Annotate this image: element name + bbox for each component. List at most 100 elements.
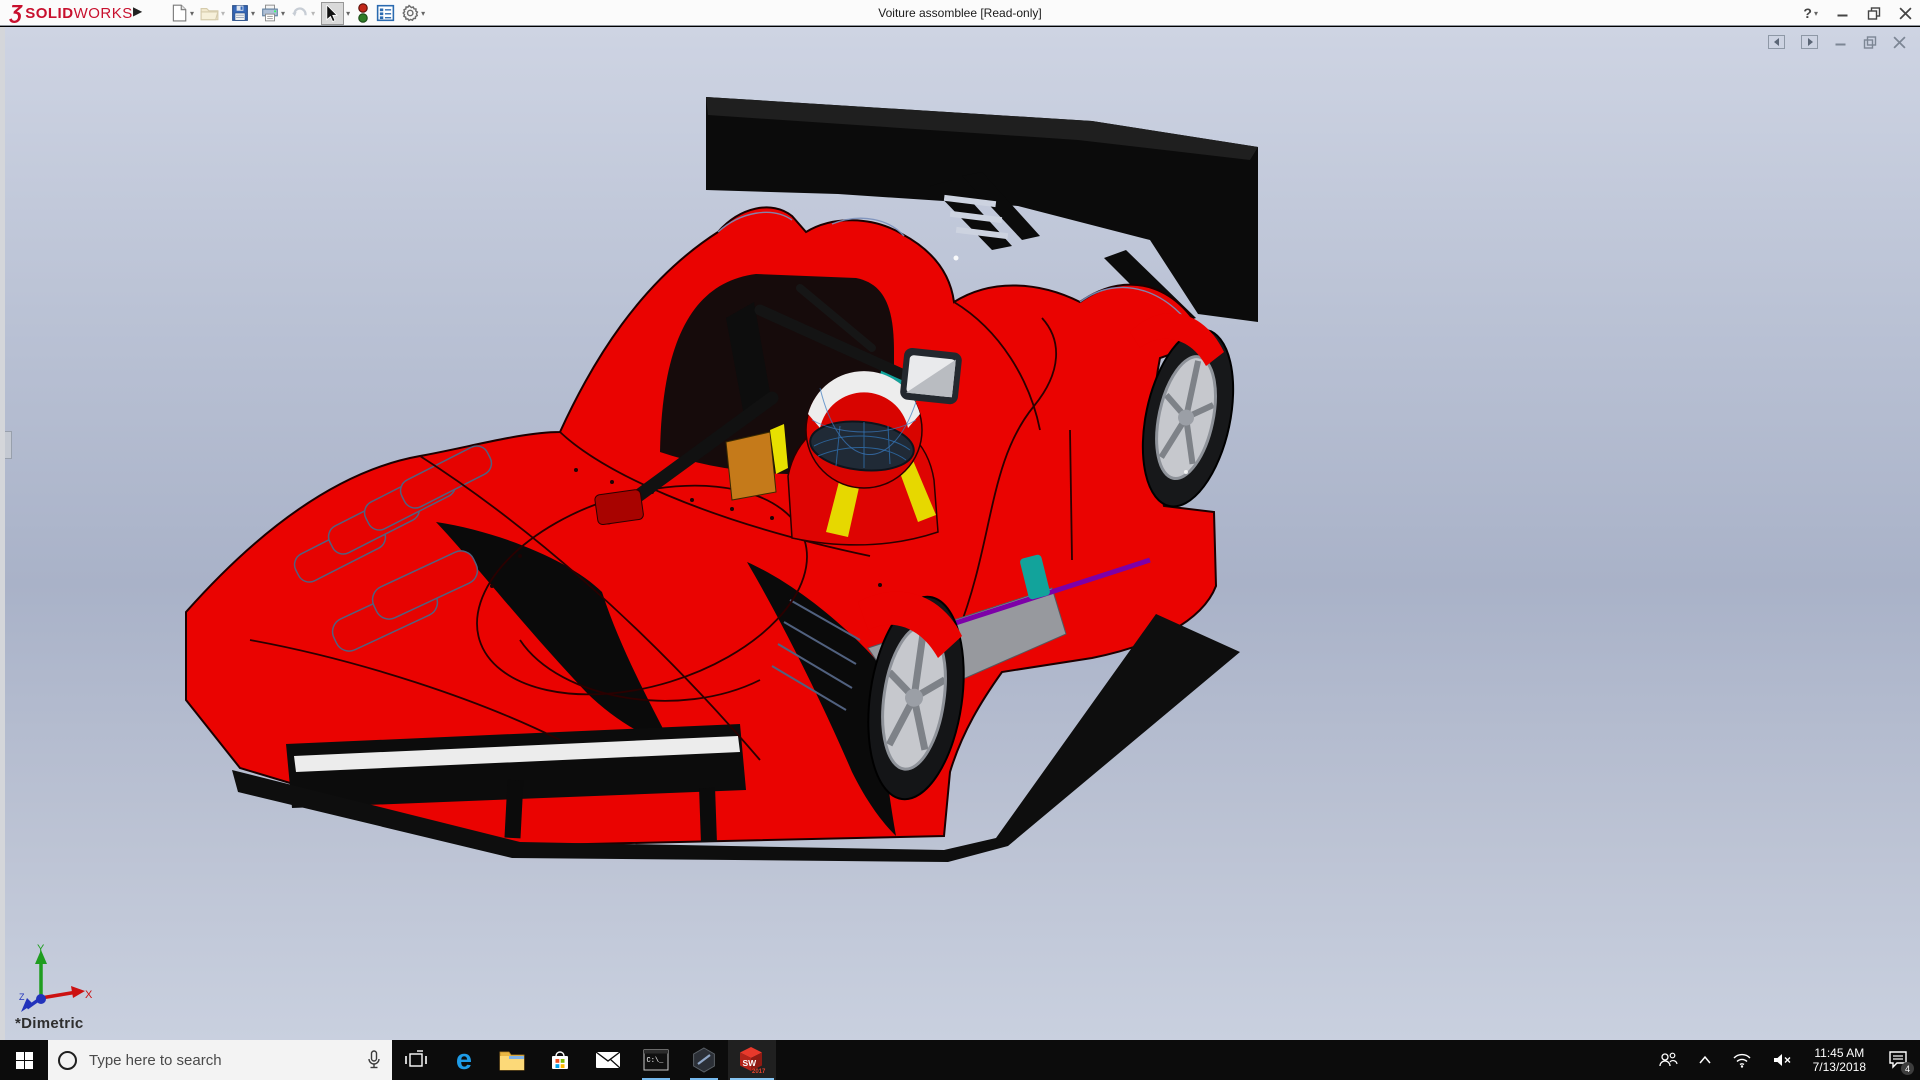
- chevron-up-icon: [1698, 1055, 1712, 1065]
- close-icon: [1899, 7, 1912, 20]
- rearview-mirror: [899, 347, 962, 405]
- people-icon: [1658, 1051, 1678, 1069]
- doc-restore-button[interactable]: [1863, 36, 1877, 49]
- graphics-viewport[interactable]: Y X Z *Dimetric: [0, 27, 1920, 1040]
- network-button[interactable]: [1725, 1040, 1759, 1080]
- prev-view-button[interactable]: [1768, 35, 1785, 49]
- taskbar-search[interactable]: [48, 1040, 392, 1080]
- undo-button[interactable]: ▾: [291, 4, 315, 22]
- task-view-button[interactable]: [392, 1040, 440, 1080]
- help-button[interactable]: ? ▾: [1803, 5, 1818, 21]
- options-button[interactable]: ▾: [401, 4, 425, 22]
- next-view-button[interactable]: [1801, 35, 1818, 49]
- cortana-icon: [58, 1051, 77, 1070]
- print-button[interactable]: ▾: [261, 4, 285, 22]
- microphone-icon[interactable]: [366, 1050, 382, 1070]
- clock-date: 7/13/2018: [1813, 1060, 1866, 1074]
- taskbar-app-solidworks[interactable]: SW 2017: [728, 1040, 776, 1080]
- doc-close-icon: [1893, 36, 1906, 49]
- mail-icon: [595, 1050, 621, 1070]
- select-tool-pressed-frame: [321, 2, 344, 25]
- undo-caret[interactable]: ▾: [311, 9, 315, 18]
- document-window-controls: [1768, 35, 1906, 49]
- traffic-light-icon: [356, 3, 370, 23]
- new-document-button[interactable]: ▾: [170, 4, 194, 22]
- volume-button[interactable]: [1765, 1040, 1799, 1080]
- prev-view-icon: [1773, 38, 1781, 46]
- windows-start-icon: [16, 1052, 33, 1069]
- store-icon: [548, 1048, 572, 1072]
- cockpit-side-panel: [726, 432, 776, 500]
- taskbar-app-mail[interactable]: [584, 1040, 632, 1080]
- start-button[interactable]: [0, 1040, 48, 1080]
- action-center-button[interactable]: 4: [1880, 1040, 1916, 1080]
- cmd-prompt-text: C:\_: [647, 1057, 665, 1065]
- edge-icon: e: [456, 1046, 472, 1075]
- triad-x-label: X: [85, 989, 93, 1001]
- restore-icon: [1867, 7, 1881, 20]
- tray-overflow-button[interactable]: [1691, 1040, 1719, 1080]
- select-tool-button[interactable]: ▾: [321, 2, 350, 25]
- system-tray: 11:45 AM 7/13/2018 4: [1651, 1040, 1920, 1080]
- open-folder-icon: [200, 4, 219, 22]
- solidworks-logo-light: WORKS: [74, 5, 133, 22]
- taskbar-clock[interactable]: 11:45 AM 7/13/2018: [1805, 1046, 1874, 1074]
- taskbar-app-file-explorer[interactable]: [488, 1040, 536, 1080]
- new-document-icon: [170, 4, 188, 22]
- open-document-button[interactable]: ▾: [200, 4, 225, 22]
- volume-muted-icon: [1772, 1052, 1792, 1068]
- model-3d-render[interactable]: [0, 27, 1920, 1040]
- taskbar-app-store[interactable]: [536, 1040, 584, 1080]
- solidworks-icon: SW 2017: [737, 1046, 767, 1074]
- doc-close-button[interactable]: [1893, 36, 1906, 49]
- design-report-icon: [376, 4, 395, 22]
- save-button[interactable]: ▾: [231, 4, 255, 22]
- orientation-triad: Y X Z: [19, 942, 97, 1014]
- task-view-icon: [405, 1050, 427, 1070]
- print-caret[interactable]: ▾: [281, 9, 285, 18]
- minimize-button[interactable]: [1836, 7, 1849, 19]
- design-report-button[interactable]: [376, 4, 395, 22]
- new-document-caret[interactable]: ▾: [190, 9, 194, 18]
- help-caret[interactable]: ▾: [1814, 9, 1818, 18]
- restore-button[interactable]: [1867, 7, 1881, 20]
- solidworks-icon-year: 2017: [752, 1069, 766, 1074]
- taskbar-app-edge[interactable]: e: [440, 1040, 488, 1080]
- save-caret[interactable]: ▾: [251, 9, 255, 18]
- triad-y-label: Y: [37, 943, 45, 955]
- solidworks-logo[interactable]: Ʒ SOLID WORKS: [10, 2, 133, 24]
- taskbar-app-cmd[interactable]: C:\_: [632, 1040, 680, 1080]
- file-explorer-icon: [499, 1049, 525, 1071]
- solidworks-logo-mark: Ʒ: [10, 3, 22, 23]
- close-button[interactable]: [1899, 7, 1912, 20]
- taskbar-app-hexagon[interactable]: [680, 1040, 728, 1080]
- orientation-label: *Dimetric: [15, 1015, 84, 1032]
- taskbar: e C:\_: [0, 1040, 1920, 1080]
- cmd-icon: C:\_: [643, 1049, 669, 1071]
- menu-expand-arrow-icon[interactable]: ▶: [133, 4, 142, 18]
- triad-z-label: Z: [19, 992, 25, 1002]
- wifi-icon: [1732, 1052, 1752, 1068]
- save-icon: [231, 4, 249, 22]
- help-icon: ?: [1803, 5, 1812, 21]
- notification-badge: 4: [1901, 1062, 1914, 1075]
- quick-access-toolbar: ▾ ▾ ▾: [170, 0, 431, 26]
- hexagon-app-icon: [691, 1047, 717, 1073]
- titlebar: Ʒ SOLID WORKS ▶ ▾ ▾: [0, 0, 1920, 26]
- doc-minimize-button[interactable]: [1834, 36, 1847, 48]
- search-input[interactable]: [89, 1052, 366, 1069]
- doc-restore-icon: [1863, 36, 1877, 49]
- clock-time: 11:45 AM: [1813, 1046, 1866, 1060]
- open-document-caret[interactable]: ▾: [221, 9, 225, 18]
- minimize-icon: [1836, 7, 1849, 19]
- options-caret[interactable]: ▾: [421, 9, 425, 18]
- gear-icon: [401, 4, 419, 22]
- undo-icon: [291, 4, 309, 22]
- people-button[interactable]: [1651, 1040, 1685, 1080]
- next-view-icon: [1806, 38, 1814, 46]
- interference-check-button[interactable]: [356, 3, 370, 23]
- select-tool-caret[interactable]: ▾: [346, 9, 350, 18]
- side-mirror: [594, 489, 644, 525]
- print-icon: [261, 4, 279, 22]
- select-cursor-icon: [325, 5, 340, 22]
